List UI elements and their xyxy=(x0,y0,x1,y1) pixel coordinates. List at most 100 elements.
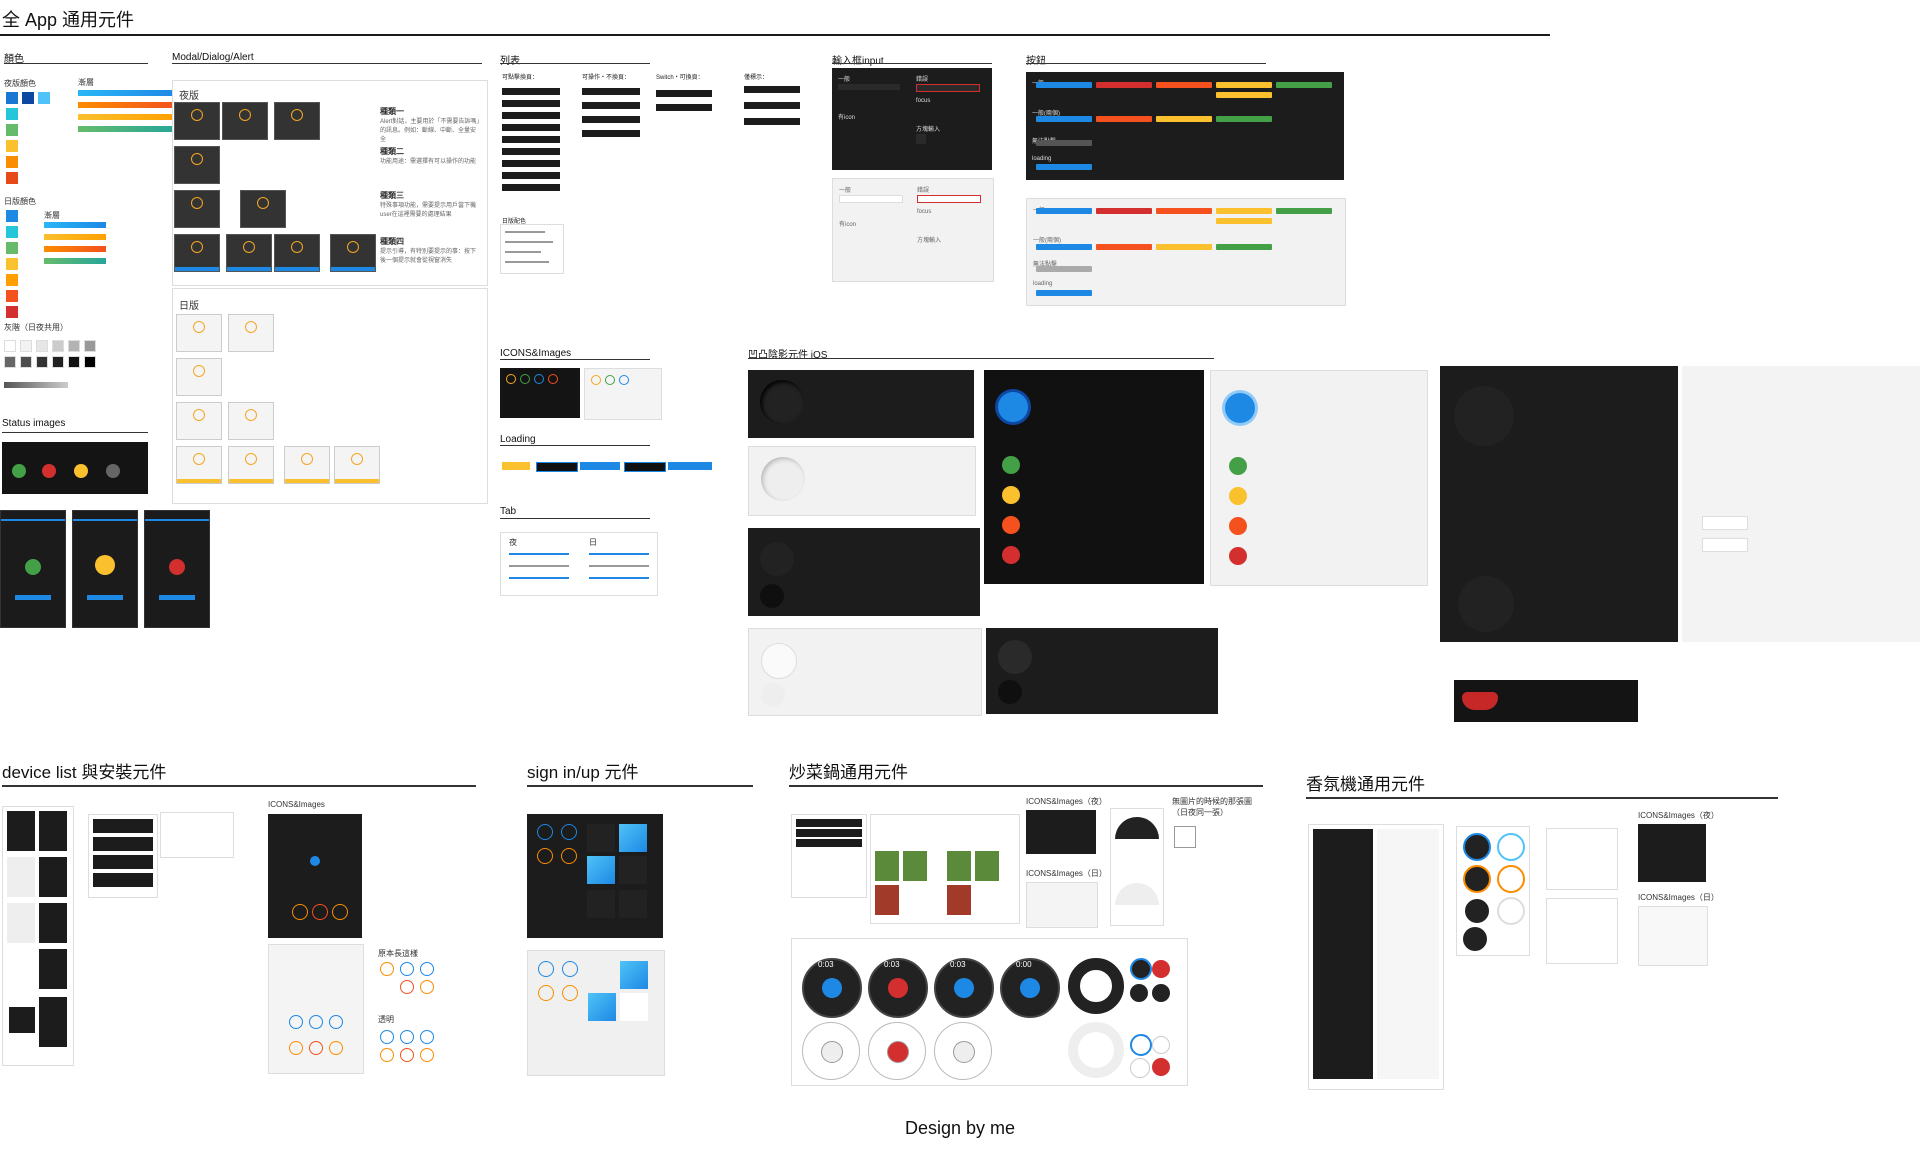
wok-dot-day xyxy=(1130,1058,1150,1078)
page-title: 全 App 通用元件 xyxy=(2,10,135,30)
red-dot-day xyxy=(1229,547,1247,565)
gradient-orange-day xyxy=(44,246,106,252)
wok-timer-center-day xyxy=(887,1041,909,1063)
gray-swatch xyxy=(4,356,16,368)
button-loading xyxy=(1036,164,1092,170)
button-sample xyxy=(1156,82,1212,88)
phone-action-button[interactable] xyxy=(159,595,195,600)
dialog-button xyxy=(175,267,219,271)
colors-rule xyxy=(4,63,148,64)
status-images-rule xyxy=(2,432,148,433)
input-field-error-night[interactable] xyxy=(916,84,980,92)
wok-timer-label: 0:03 xyxy=(950,960,966,969)
list-item xyxy=(502,184,560,191)
input-box-field[interactable] xyxy=(916,134,926,144)
color-swatch xyxy=(6,274,18,286)
close-icon xyxy=(400,980,414,994)
wok-placeholder-icon xyxy=(1174,826,1196,848)
input-field-error-day[interactable] xyxy=(917,195,981,203)
tab-panel: 夜 日 xyxy=(500,532,658,596)
phone-action-button[interactable] xyxy=(87,595,123,600)
dialog-sample xyxy=(330,234,376,272)
phone-status-red xyxy=(144,510,210,628)
dialog-button xyxy=(331,267,375,271)
alert-icon xyxy=(193,321,205,333)
neumorph-panel-4 xyxy=(748,628,982,716)
color-swatch xyxy=(6,306,18,318)
modal-type-desc: 功能用途：需選擇有可以操作的功能 xyxy=(380,159,477,165)
button-sample xyxy=(1036,116,1092,122)
input-focus-label: focus xyxy=(916,98,931,104)
buttons-title: 按鈕 xyxy=(1026,56,1046,67)
dialog-day-sample xyxy=(176,446,222,484)
wok-recipe-cards xyxy=(870,814,1020,924)
button-sample xyxy=(1276,208,1332,214)
dialog-sample xyxy=(174,146,220,184)
button-sample xyxy=(1216,92,1272,98)
wok-timer-center-day xyxy=(821,1041,843,1063)
icons-day-panel xyxy=(584,368,662,420)
alert-icon xyxy=(243,241,255,253)
dialog-sample xyxy=(274,102,320,140)
list-item xyxy=(744,86,800,93)
neumorph-large-day xyxy=(1682,366,1920,642)
gray-label: 灰階（日夜共用） xyxy=(4,323,68,332)
button-sample xyxy=(1216,82,1272,88)
list-item xyxy=(502,124,560,131)
gray-swatch xyxy=(36,340,48,352)
aroma-icons-night xyxy=(1638,824,1706,882)
dialog-day-sample xyxy=(284,446,330,484)
signin-day xyxy=(527,950,665,1076)
neumorph-night-colors xyxy=(984,370,1204,584)
modal-type-desc: 特殊事項功能，需要提示用戶當下機user在這裡需要的處理結果 xyxy=(380,203,477,218)
alert-icon xyxy=(191,241,203,253)
wok-no-image-note: 無圖片的時候的那張圖（日夜同一張） xyxy=(1172,797,1252,817)
phone-action-button[interactable] xyxy=(15,595,51,600)
button-sample xyxy=(1096,82,1152,88)
dialog-button xyxy=(229,479,273,483)
gray-swatch xyxy=(20,356,32,368)
btn-row-label-2-day: 一般(兩個) xyxy=(1033,238,1061,244)
aroma-rule xyxy=(1306,797,1778,799)
dialog-sample xyxy=(174,102,220,140)
loading-bar-1 xyxy=(536,462,578,472)
loading-bar-4 xyxy=(668,462,712,470)
aroma-icons-day xyxy=(1638,906,1708,966)
neumorph-panel-5 xyxy=(986,628,1218,714)
orange-dot-day xyxy=(1229,517,1247,535)
input-field-night[interactable] xyxy=(838,84,900,90)
button-sample xyxy=(1156,116,1212,122)
gray-swatch xyxy=(84,356,96,368)
night-colors-label: 夜版顏色 xyxy=(4,79,36,88)
dialog-day-sample xyxy=(228,402,274,440)
tab-title: Tab xyxy=(500,506,517,517)
tab-rule xyxy=(500,518,650,519)
neumorph-panel-2 xyxy=(748,446,976,516)
neumorph-red-slider xyxy=(1454,680,1638,722)
list-item xyxy=(656,90,712,97)
mail-orange-icon xyxy=(380,1048,394,1062)
alert-icon xyxy=(193,453,205,465)
wok-title: 炒菜鍋通用元件 xyxy=(789,763,908,782)
color-swatch xyxy=(38,92,50,104)
button-sample xyxy=(1036,208,1092,214)
button-sample xyxy=(1036,82,1092,88)
modal-type-desc: Alert對話，主要用於「不需要告訴嗎」的訊息。例如：斷線、中斷、全量安全 xyxy=(380,119,480,143)
dialog-day-sample xyxy=(228,314,274,352)
loading-bar-2 xyxy=(580,462,620,470)
status-green-icon xyxy=(25,559,41,575)
list-item xyxy=(502,148,560,155)
input-field-day[interactable] xyxy=(839,195,903,203)
check-blue-icon xyxy=(619,375,629,385)
wok-icons-night-label: ICONS&Images（夜） xyxy=(1026,797,1107,806)
blue-knob-icon-day xyxy=(1225,393,1255,423)
alert-icon xyxy=(245,453,257,465)
alert-icon xyxy=(191,109,203,121)
wok-list xyxy=(791,814,867,898)
list-item xyxy=(582,88,640,95)
btn-row-label-4: loading xyxy=(1032,156,1052,162)
robot-gray-icon xyxy=(106,464,120,478)
alert-icon xyxy=(506,374,516,384)
alert-icon xyxy=(347,241,359,253)
original-label: 原本長這樣 xyxy=(378,949,418,958)
